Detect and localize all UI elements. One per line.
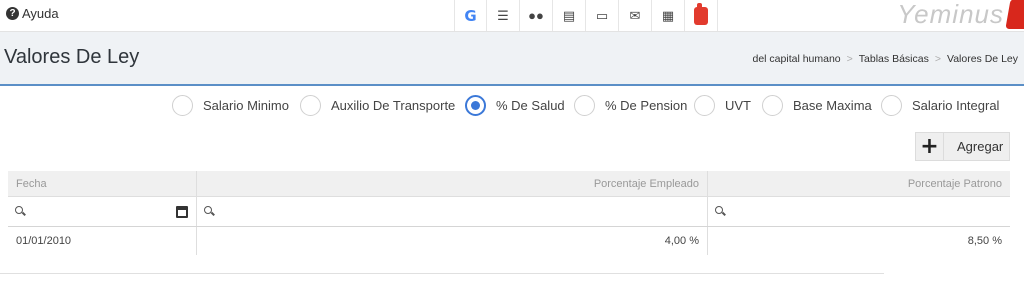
breadcrumb-separator: > xyxy=(934,53,941,65)
page-header: Valores De Ley del capital humano > Tabl… xyxy=(0,32,1024,86)
thumbs-up-button[interactable] xyxy=(685,0,718,31)
page-title: Valores De Ley xyxy=(4,46,140,68)
mail-button[interactable]: ✉ xyxy=(619,0,652,31)
calendar-button[interactable]: ▦ xyxy=(652,0,685,31)
filter-fecha[interactable] xyxy=(8,197,197,226)
question-circle-icon: ? xyxy=(6,7,19,20)
divider xyxy=(0,273,884,274)
toolbar: G ☰ ●● ▤ ▭ ✉ ▦ xyxy=(454,0,718,31)
laptop-button[interactable]: ▭ xyxy=(586,0,619,31)
google-button[interactable]: G xyxy=(454,0,487,31)
radio-label: Auxilio De Transporte xyxy=(331,97,456,113)
google-icon: G xyxy=(464,6,477,25)
cell-fecha: 01/01/2010 xyxy=(8,227,197,255)
users-button[interactable]: ●● xyxy=(520,0,553,31)
radio-button[interactable] xyxy=(694,94,715,116)
radio-button[interactable] xyxy=(881,94,902,116)
radio-button[interactable] xyxy=(574,94,595,116)
values-table: Fecha Porcentaje Empleado Porcentaje Pat… xyxy=(8,171,1010,255)
id-card-button[interactable]: ▤ xyxy=(553,0,586,31)
radio-uvt[interactable]: UVT xyxy=(694,90,751,120)
filter-porcentaje-patrono[interactable] xyxy=(708,197,1010,226)
top-bar: ? Ayuda G ☰ ●● ▤ ▭ ✉ ▦ Yeminus xyxy=(0,0,1024,32)
breadcrumb-item-tablas-basicas[interactable]: Tablas Básicas xyxy=(859,53,929,65)
add-button[interactable]: + Agregar xyxy=(915,132,1010,161)
table-filter-row xyxy=(8,197,1010,227)
id-card-icon: ▤ xyxy=(562,7,576,23)
server-icon: ☰ xyxy=(497,7,509,23)
radio-button[interactable] xyxy=(300,94,321,116)
radio-de-pension[interactable]: % De Pension xyxy=(574,90,687,120)
filter-porcentaje-empleado[interactable] xyxy=(197,197,708,226)
server-button[interactable]: ☰ xyxy=(487,0,520,31)
table-header-row: Fecha Porcentaje Empleado Porcentaje Pat… xyxy=(8,171,1010,197)
column-header-porcentaje-patrono[interactable]: Porcentaje Patrono xyxy=(708,171,1010,196)
brand-mark-icon xyxy=(1005,0,1024,29)
radio-label: Salario Integral xyxy=(912,97,1000,113)
radio-salario-minimo[interactable]: Salario Minimo xyxy=(172,90,289,120)
radio-de-salud[interactable]: % De Salud xyxy=(465,90,565,120)
radio-label: Base Maxima xyxy=(793,97,872,113)
breadcrumb-item-valores-de-ley: Valores De Ley xyxy=(946,53,1018,65)
help-link[interactable]: ? Ayuda xyxy=(6,6,59,21)
radio-auxilio-de-transporte[interactable]: Auxilio De Transporte xyxy=(300,90,455,120)
search-icon xyxy=(715,206,726,217)
plus-icon: + xyxy=(916,133,944,160)
breadcrumb-separator: > xyxy=(846,53,853,65)
brand-name: Yeminus xyxy=(897,0,1004,29)
column-header-fecha[interactable]: Fecha xyxy=(8,171,197,196)
radio-button[interactable] xyxy=(762,94,783,116)
breadcrumb-item-capital-humano[interactable]: del capital humano xyxy=(753,53,841,65)
brand-logo: Yeminus xyxy=(897,0,1024,34)
radio-label: % De Salud xyxy=(496,97,565,113)
mail-icon: ✉ xyxy=(629,7,641,23)
column-header-porcentaje-empleado[interactable]: Porcentaje Empleado xyxy=(197,171,708,196)
add-button-label: Agregar xyxy=(957,139,1004,154)
radio-button-selected[interactable] xyxy=(465,94,486,116)
radio-salario-integral[interactable]: Salario Integral xyxy=(881,90,999,120)
thumbs-up-icon xyxy=(694,2,708,25)
users-icon: ●● xyxy=(528,8,544,23)
cell-porcentaje-patrono: 8,50 % xyxy=(967,235,1002,247)
radio-label: % De Pension xyxy=(605,97,688,113)
laptop-icon: ▭ xyxy=(595,7,609,23)
breadcrumb: del capital humano > Tablas Básicas > Va… xyxy=(753,53,1019,65)
radio-button[interactable] xyxy=(172,94,193,116)
search-icon xyxy=(204,206,215,217)
radio-label: UVT xyxy=(725,97,751,113)
calendar-icon: ▦ xyxy=(661,7,675,23)
table-row[interactable]: 01/01/2010 4,00 % 8,50 % xyxy=(8,227,1010,255)
help-label: Ayuda xyxy=(22,6,59,21)
calendar-icon[interactable] xyxy=(176,205,188,218)
cell-porcentaje-empleado: 4,00 % xyxy=(197,227,708,255)
search-icon xyxy=(15,206,26,217)
value-type-radio-group: Salario Minimo Auxilio De Transporte % D… xyxy=(0,90,1024,120)
radio-label: Salario Minimo xyxy=(203,97,289,113)
radio-base-maxima[interactable]: Base Maxima xyxy=(762,90,872,120)
